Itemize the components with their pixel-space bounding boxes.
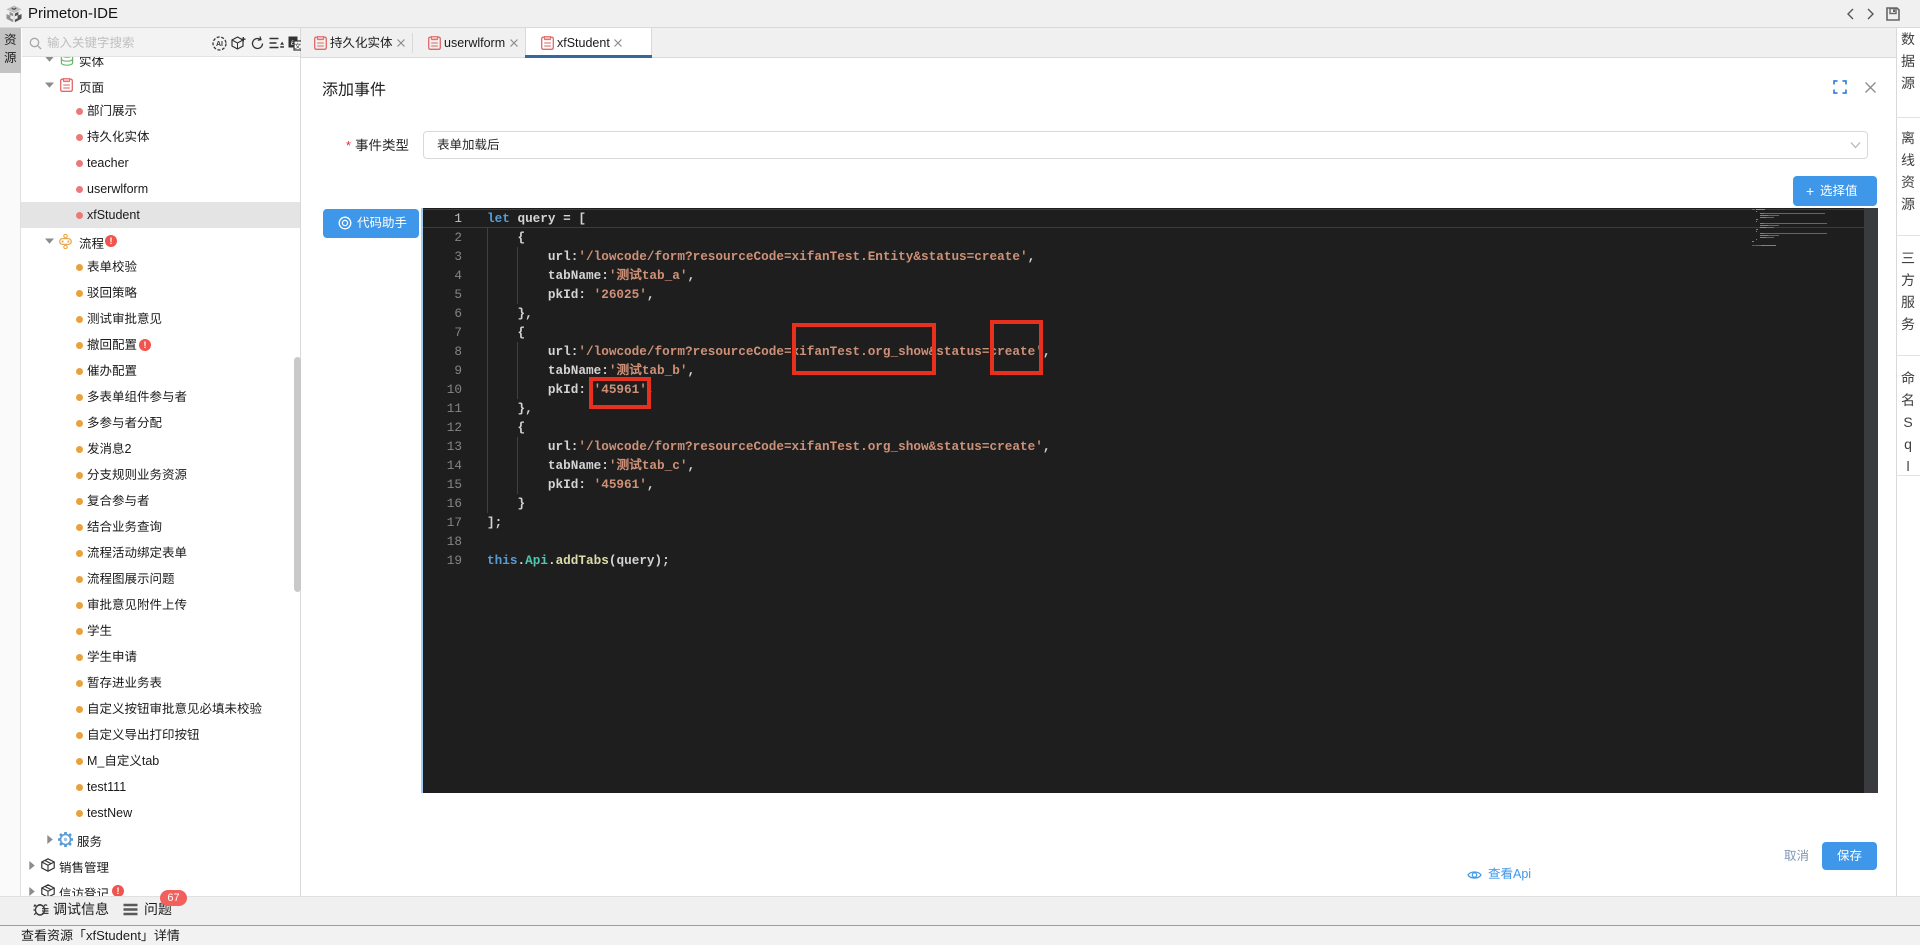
svg-text:AI: AI: [216, 41, 223, 48]
